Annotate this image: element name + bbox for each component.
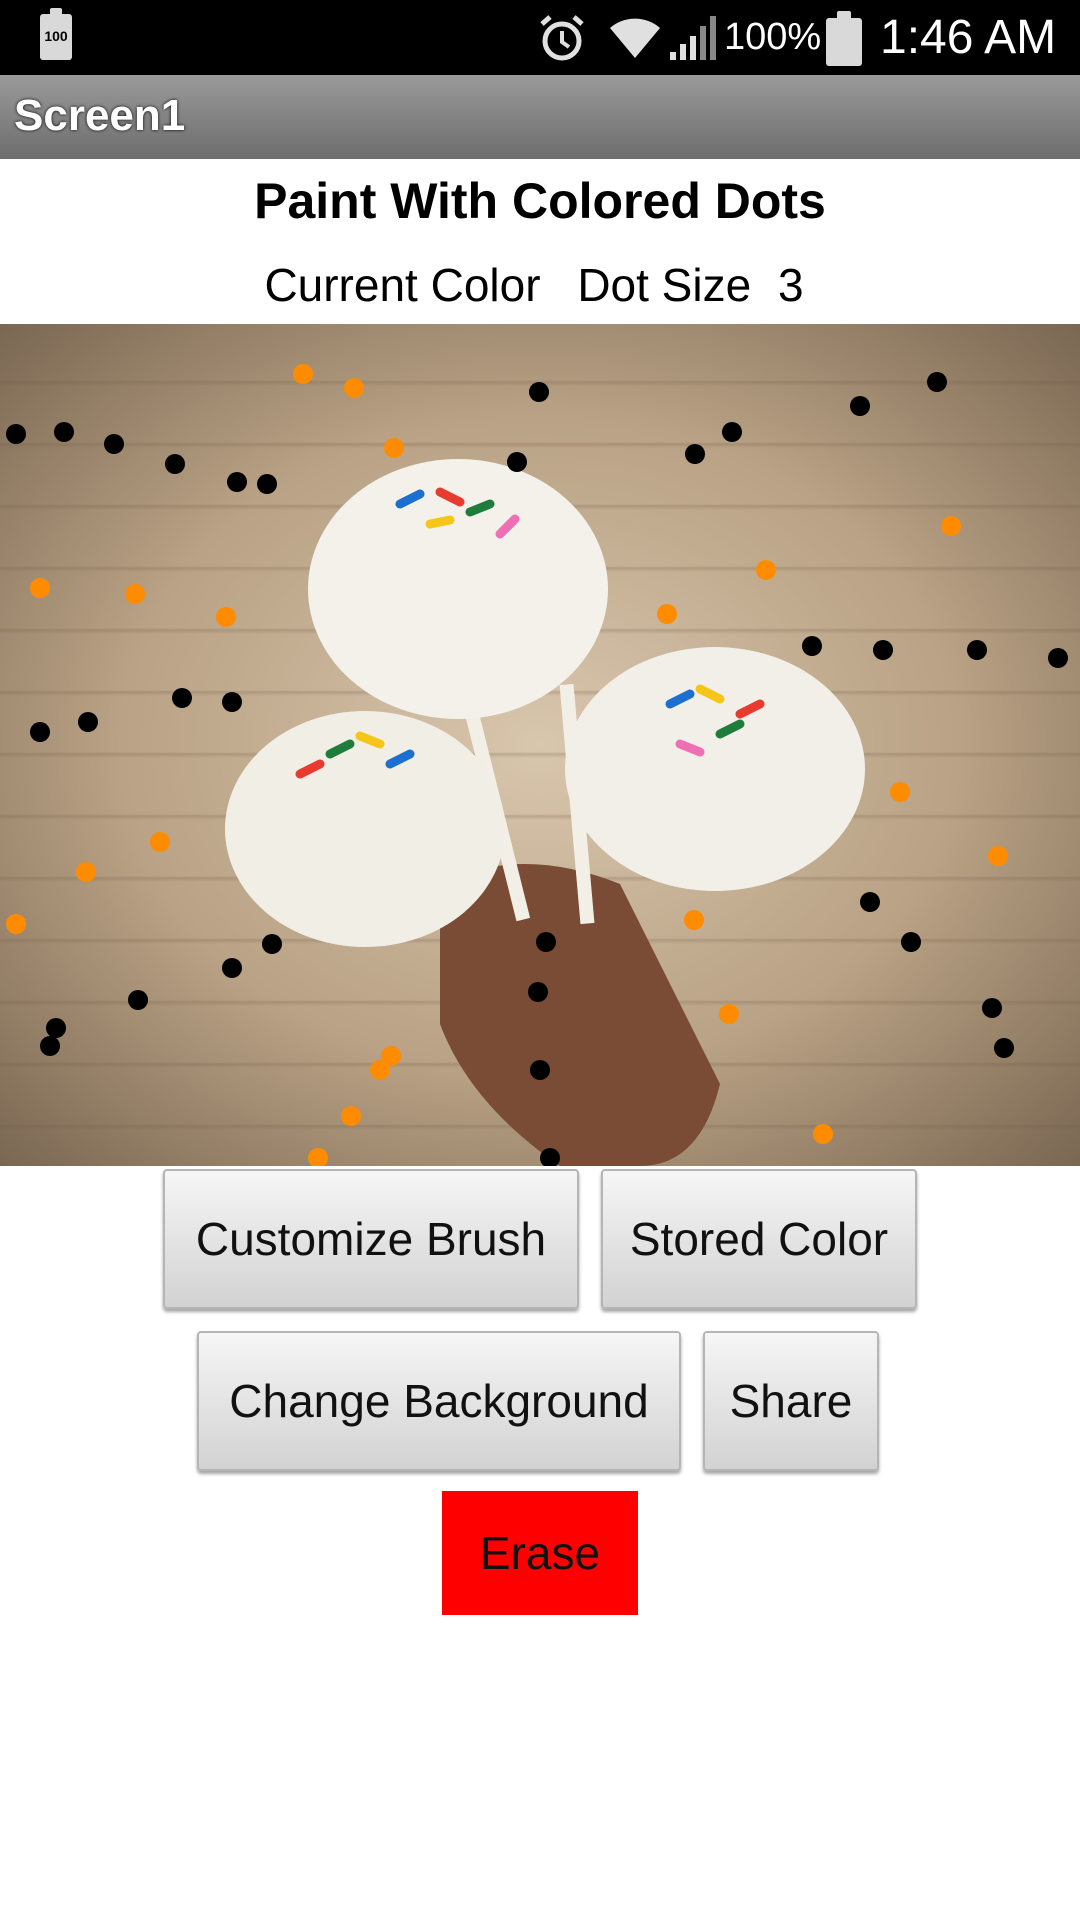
painted-dot-orange bbox=[125, 584, 145, 604]
painted-dot-black bbox=[262, 934, 282, 954]
painted-dot-orange bbox=[719, 1004, 739, 1024]
painted-dot-orange bbox=[76, 862, 96, 882]
painted-dot-orange bbox=[684, 910, 704, 930]
current-color-label: Current Color bbox=[264, 259, 541, 311]
painted-dot-black bbox=[927, 372, 947, 392]
painted-dot-black bbox=[222, 692, 242, 712]
painted-dot-black bbox=[685, 444, 705, 464]
drawing-canvas[interactable] bbox=[0, 324, 1080, 1166]
painted-dot-black bbox=[529, 382, 549, 402]
painted-dot-black bbox=[528, 982, 548, 1002]
painted-dot-orange bbox=[341, 1106, 361, 1126]
battery-full-icon bbox=[826, 11, 862, 66]
painted-dot-orange bbox=[890, 782, 910, 802]
painted-dot-orange bbox=[384, 438, 404, 458]
erase-button[interactable]: Erase bbox=[442, 1491, 638, 1615]
painted-dot-black bbox=[172, 688, 192, 708]
stored-color-button[interactable]: Stored Color bbox=[601, 1169, 917, 1309]
painted-dot-black bbox=[54, 422, 74, 442]
app-heading: Paint With Colored Dots bbox=[254, 173, 826, 229]
painted-dot-black bbox=[850, 396, 870, 416]
clock: 1:46 AM bbox=[880, 11, 1057, 64]
painted-dot-black bbox=[967, 640, 987, 660]
painted-dot-orange bbox=[756, 560, 776, 580]
painted-dot-black bbox=[30, 722, 50, 742]
painted-dot-orange bbox=[6, 914, 26, 934]
painted-dot-black bbox=[873, 640, 893, 660]
painted-dot-orange bbox=[657, 604, 677, 624]
painted-dot-black bbox=[860, 892, 880, 912]
painted-dot-orange bbox=[941, 516, 961, 536]
status-bar: 100 100% 1:46 AM bbox=[0, 0, 1080, 75]
painted-dot-black bbox=[536, 932, 556, 952]
painted-dot-orange bbox=[344, 378, 364, 398]
painted-dot-black bbox=[40, 1036, 60, 1056]
painted-dot-orange bbox=[150, 832, 170, 852]
painted-dot-black bbox=[165, 454, 185, 474]
screen-title: Screen1 bbox=[14, 91, 186, 140]
painted-dot-black bbox=[128, 990, 148, 1010]
painted-dot-black bbox=[802, 636, 822, 656]
painted-dot-orange bbox=[308, 1148, 328, 1166]
battery-percent: 100% bbox=[724, 16, 822, 58]
signal-icon bbox=[670, 16, 716, 60]
painted-dot-black bbox=[982, 998, 1002, 1018]
battery-level-label: 100 bbox=[44, 28, 68, 44]
painted-dot-black bbox=[507, 452, 527, 472]
customize-brush-button[interactable]: Customize Brush bbox=[163, 1169, 579, 1309]
dot-size-value: 3 bbox=[777, 259, 804, 311]
painted-dot-black bbox=[1048, 648, 1068, 668]
painted-dot-black bbox=[530, 1060, 550, 1080]
painted-dot-black bbox=[994, 1038, 1014, 1058]
info-row: Current Color Dot Size 3 bbox=[0, 258, 1080, 312]
painted-dot-orange bbox=[30, 578, 50, 598]
painted-dot-orange bbox=[293, 364, 313, 384]
wifi-icon bbox=[610, 18, 660, 58]
painted-dot-black bbox=[901, 932, 921, 952]
alarm-icon bbox=[540, 15, 584, 61]
painted-dot-black bbox=[222, 958, 242, 978]
title-bar: Screen1 bbox=[0, 75, 1080, 159]
painted-dot-orange bbox=[216, 607, 236, 627]
dot-size-label: Dot Size bbox=[577, 259, 752, 311]
painted-dot-black bbox=[722, 422, 742, 442]
painted-dot-orange bbox=[988, 846, 1008, 866]
painted-dot-black bbox=[6, 424, 26, 444]
painted-dot-orange bbox=[813, 1124, 833, 1144]
battery-icon: 100 bbox=[40, 8, 72, 60]
painted-dot-black bbox=[78, 712, 98, 732]
painted-dot-orange bbox=[370, 1060, 390, 1080]
change-background-button[interactable]: Change Background bbox=[197, 1331, 681, 1471]
share-button[interactable]: Share bbox=[703, 1331, 879, 1471]
painted-dot-black bbox=[227, 472, 247, 492]
painted-dot-black bbox=[104, 434, 124, 454]
painted-dot-black bbox=[46, 1018, 66, 1038]
cake-pops-photo bbox=[6, 364, 1068, 1166]
painted-dot-black bbox=[257, 474, 277, 494]
